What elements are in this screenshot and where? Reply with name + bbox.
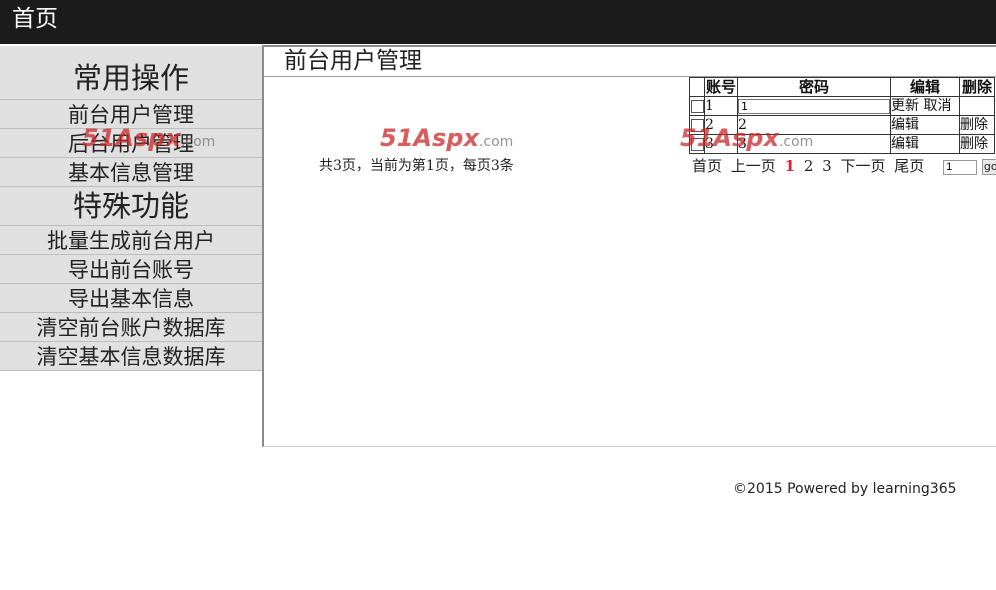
- password-cell: [737, 96, 891, 116]
- column-header-edit: 编辑: [890, 77, 960, 97]
- account-cell: 1: [704, 96, 738, 116]
- row-select-cell: [689, 115, 705, 135]
- pagination-summary: 共3页，当前为第1页，每页3条: [319, 158, 514, 174]
- table-header-row: 账号 密码 编辑 删除: [689, 77, 995, 97]
- cancel-link[interactable]: 取消: [923, 98, 951, 114]
- delete-link[interactable]: 删除: [959, 115, 995, 135]
- sidebar-item-batch-create-users[interactable]: 批量生成前台用户: [0, 226, 262, 255]
- row-checkbox[interactable]: [691, 137, 704, 151]
- sidebar-group-common: 常用操作: [0, 46, 262, 100]
- password-cell: 2: [737, 115, 891, 135]
- update-link[interactable]: 更新: [891, 98, 919, 114]
- users-table: 账号 密码 编辑 删除 1 更新 取消 2 2 编辑 删除 3 3 编辑: [689, 77, 995, 154]
- next-page-link[interactable]: 下一页: [840, 157, 885, 175]
- sidebar-item-export-accounts[interactable]: 导出前台账号: [0, 255, 262, 284]
- pagination: 首页 上一页 1 2 3 下一页 尾页 go: [692, 155, 996, 176]
- sidebar-item-frontend-users[interactable]: 前台用户管理: [0, 100, 262, 129]
- sidebar: 常用操作 前台用户管理 后台用户管理 基本信息管理 特殊功能 批量生成前台用户 …: [0, 46, 262, 371]
- account-cell: 3: [704, 134, 738, 154]
- column-header-delete: 删除: [959, 77, 995, 97]
- page-link-1[interactable]: 1: [785, 157, 795, 175]
- delete-link[interactable]: 删除: [959, 134, 995, 154]
- column-header-password: 密码: [737, 77, 891, 97]
- table-row: 2 2 编辑 删除: [689, 115, 995, 135]
- footer-copyright: ©2015 Powered by learning365: [733, 481, 957, 497]
- sidebar-item-clear-info-db[interactable]: 清空基本信息数据库: [0, 342, 262, 371]
- table-row: 3 3 编辑 删除: [689, 134, 995, 154]
- sidebar-item-backend-users[interactable]: 后台用户管理: [0, 129, 262, 158]
- select-column-header: [689, 77, 705, 97]
- column-header-account: 账号: [704, 77, 738, 97]
- edit-cell: 更新 取消: [890, 96, 960, 116]
- sidebar-item-basic-info[interactable]: 基本信息管理: [0, 158, 262, 187]
- page-link-3[interactable]: 3: [822, 157, 832, 175]
- main-content: 前台用户管理 账号 密码 编辑 删除 1 更新 取消 2 2 编辑 删除: [262, 45, 996, 447]
- sidebar-item-export-basic-info[interactable]: 导出基本信息: [0, 284, 262, 313]
- edit-link[interactable]: 编辑: [890, 134, 960, 154]
- first-page-link[interactable]: 首页: [692, 157, 722, 175]
- edit-link[interactable]: 编辑: [890, 115, 960, 135]
- goto-page-input[interactable]: [943, 159, 978, 175]
- password-edit-input[interactable]: [738, 99, 890, 114]
- delete-cell: [959, 96, 995, 116]
- row-checkbox[interactable]: [691, 99, 704, 113]
- row-checkbox[interactable]: [691, 118, 704, 132]
- password-cell: 3: [737, 134, 891, 154]
- page-link-2[interactable]: 2: [804, 157, 814, 175]
- last-page-link[interactable]: 尾页: [894, 157, 924, 175]
- prev-page-link[interactable]: 上一页: [731, 157, 776, 175]
- table-row: 1 更新 取消: [689, 96, 995, 116]
- go-button[interactable]: go: [981, 159, 996, 175]
- sidebar-item-clear-account-db[interactable]: 清空前台账户数据库: [0, 313, 262, 342]
- top-bar: 首页: [0, 0, 996, 44]
- home-link[interactable]: 首页: [12, 4, 58, 34]
- row-select-cell: [689, 134, 705, 154]
- page-title: 前台用户管理: [284, 48, 422, 74]
- row-select-cell: [689, 96, 705, 116]
- sidebar-group-special: 特殊功能: [0, 187, 262, 226]
- account-cell: 2: [704, 115, 738, 135]
